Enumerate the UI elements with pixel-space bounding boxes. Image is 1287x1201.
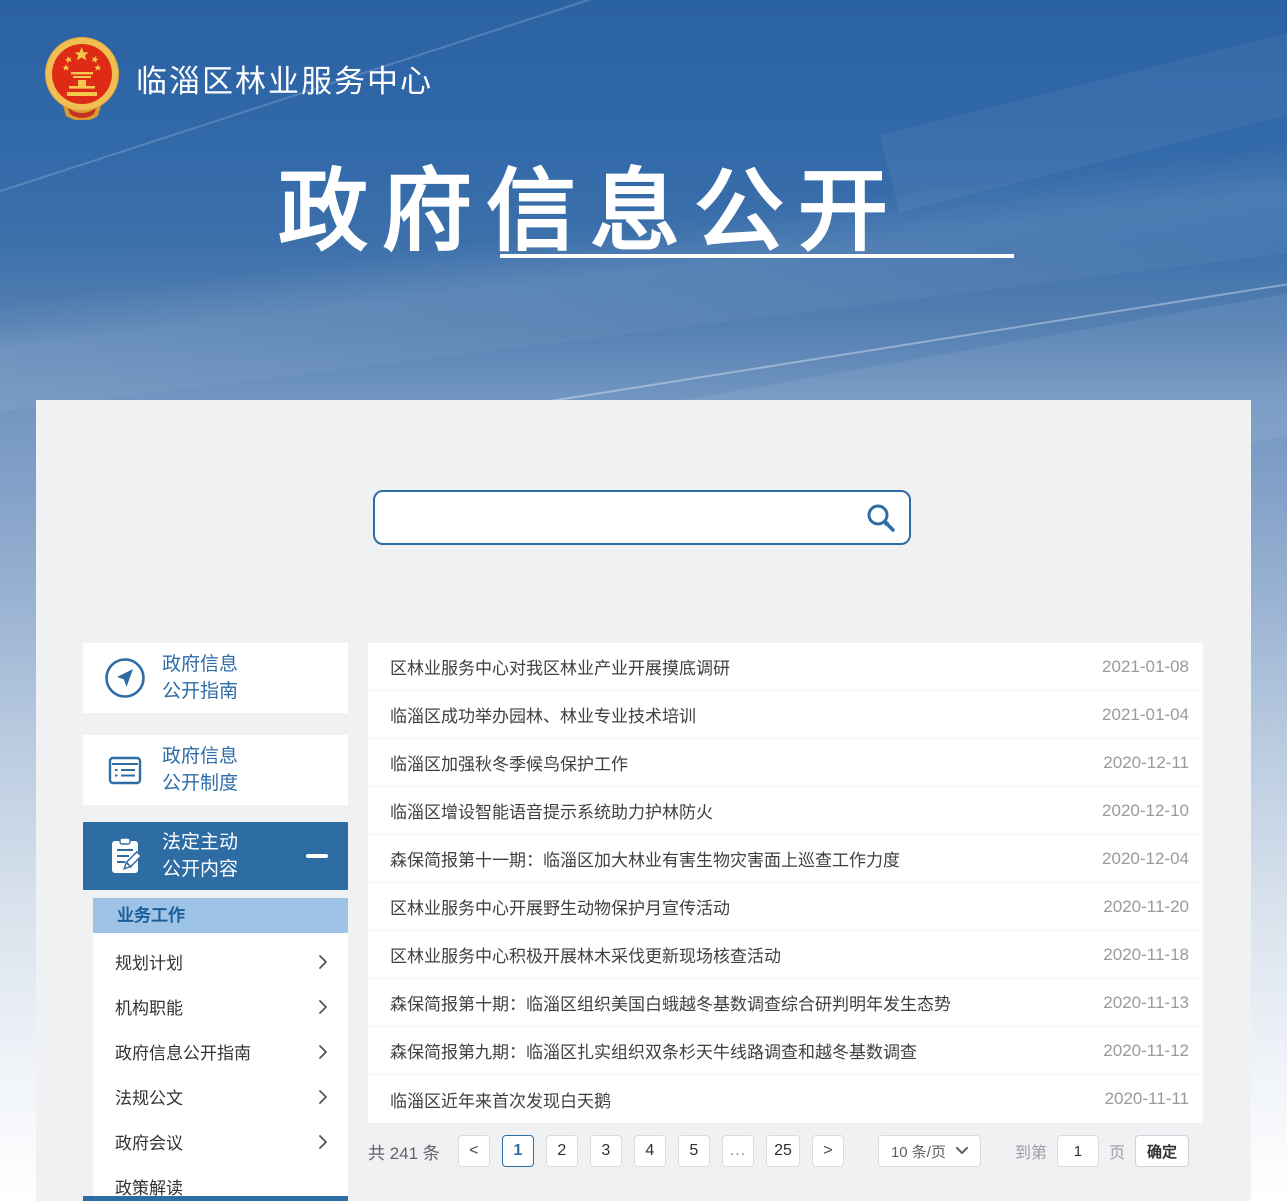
next-page-button[interactable]: > xyxy=(812,1135,844,1167)
search-input[interactable] xyxy=(375,492,865,543)
clipboard-pencil-icon xyxy=(103,834,147,878)
goto-suffix-label: 页 xyxy=(1109,1139,1125,1163)
site-brand: 临淄区林业服务中心 xyxy=(42,36,433,120)
news-list: 区林业服务中心对我区林业产业开展摸底调研 2021-01-08 临淄区成功举办园林、… xyxy=(368,643,1203,1123)
sidebar-menu: 规划计划机构职能政府信息公开指南法规公文政府会议政策解读 xyxy=(93,933,348,1201)
national-emblem-logo xyxy=(42,36,122,120)
sidebar-menu-item[interactable]: 机构职能 xyxy=(93,984,348,1029)
sidebar-menu-item[interactable]: 政府会议 xyxy=(93,1119,348,1164)
search-icon[interactable] xyxy=(865,502,897,534)
goto-prefix-label: 到第 xyxy=(1015,1139,1047,1163)
news-title[interactable]: 临淄区加强秋冬季候鸟保护工作 xyxy=(390,750,628,775)
news-row[interactable]: 森保简报第十期：临淄区组织美国白蛾越冬基数调查综合研判明年发生态势 2020-11… xyxy=(368,979,1203,1027)
news-date: 2020-12-04 xyxy=(1102,849,1189,869)
page-size-select[interactable]: 10 条/页 xyxy=(878,1135,981,1167)
news-title[interactable]: 森保简报第十期：临淄区组织美国白蛾越冬基数调查综合研判明年发生态势 xyxy=(390,990,951,1015)
news-date: 2020-11-13 xyxy=(1103,993,1189,1013)
menu-item-label: 机构职能 xyxy=(115,994,183,1019)
collapse-minus-icon[interactable] xyxy=(306,854,328,858)
menu-item-label: 规划计划 xyxy=(115,949,183,974)
news-title[interactable]: 区林业服务中心积极开展林木采伐更新现场核查活动 xyxy=(390,942,781,967)
document-icon xyxy=(103,748,147,792)
goto-page-group: 到第 页 确定 xyxy=(1015,1135,1189,1167)
news-title[interactable]: 森保简报第九期：临淄区扎实组织双条杉天牛线路调查和越冬基数调查 xyxy=(390,1038,917,1063)
news-date: 2020-11-12 xyxy=(1103,1041,1189,1061)
search-bar xyxy=(373,490,911,545)
news-row[interactable]: 临淄区成功举办园林、林业专业技术培训 2021-01-04 xyxy=(368,691,1203,739)
news-date: 2020-11-20 xyxy=(1103,897,1189,917)
news-row[interactable]: 区林业服务中心对我区林业产业开展摸底调研 2021-01-08 xyxy=(368,643,1203,691)
news-date: 2020-12-10 xyxy=(1102,801,1189,821)
page-number-button[interactable]: 4 xyxy=(634,1135,666,1167)
news-title[interactable]: 临淄区近年来首次发现白天鹅 xyxy=(390,1087,611,1112)
page-number-button[interactable]: 3 xyxy=(590,1135,622,1167)
site-name: 临淄区林业服务中心 xyxy=(136,56,433,101)
header-decoration xyxy=(880,0,1287,212)
sidebar-menu-item[interactable]: 规划计划 xyxy=(93,939,348,984)
sidebar-item-statutory-disclosure[interactable]: 法定主动 公开内容 xyxy=(83,822,348,890)
news-date: 2020-12-11 xyxy=(1103,753,1189,773)
page-title: 政府信息公开 xyxy=(278,138,902,268)
sidebar-item-label: 政府信息 xyxy=(162,651,238,678)
news-date: 2020-11-11 xyxy=(1105,1089,1189,1109)
chevron-right-icon xyxy=(318,1089,328,1105)
sidebar: 政府信息 公开指南 政府信息 公开制度 xyxy=(83,643,348,1201)
menu-item-label: 政府会议 xyxy=(115,1129,183,1154)
page-number-button[interactable]: 5 xyxy=(678,1135,710,1167)
news-row[interactable]: 区林业服务中心积极开展林木采伐更新现场核查活动 2020-11-18 xyxy=(368,931,1203,979)
news-title[interactable]: 区林业服务中心对我区林业产业开展摸底调研 xyxy=(390,654,730,679)
prev-page-button[interactable]: < xyxy=(458,1135,490,1167)
news-date: 2021-01-08 xyxy=(1102,657,1189,677)
news-row[interactable]: 临淄区近年来首次发现白天鹅 2020-11-11 xyxy=(368,1075,1203,1123)
page-number-button[interactable]: 2 xyxy=(546,1135,578,1167)
sidebar-item-disclosure-guide[interactable]: 政府信息 公开指南 xyxy=(83,643,348,713)
sidebar-item-disclosure-rules[interactable]: 政府信息 公开制度 xyxy=(83,735,348,805)
news-row[interactable]: 临淄区加强秋冬季候鸟保护工作 2020-12-11 xyxy=(368,739,1203,787)
menu-item-label: 法规公文 xyxy=(115,1084,183,1109)
page-number-button[interactable]: 1 xyxy=(502,1135,534,1167)
news-row[interactable]: 森保简报第十一期：临淄区加大林业有害生物灾害面上巡查工作力度 2020-12-04 xyxy=(368,835,1203,883)
news-title[interactable]: 区林业服务中心开展野生动物保护月宣传活动 xyxy=(390,894,730,919)
news-row[interactable]: 临淄区增设智能语音提示系统助力护林防火 2020-12-10 xyxy=(368,787,1203,835)
menu-item-label: 政府信息公开指南 xyxy=(115,1039,251,1064)
sidebar-item-label: 公开内容 xyxy=(162,856,238,883)
news-date: 2021-01-04 xyxy=(1102,705,1189,725)
sidebar-item-label: 法定主动 xyxy=(162,829,238,856)
content-panel: 政府信息 公开指南 政府信息 公开制度 xyxy=(36,400,1251,1201)
news-row[interactable]: 森保简报第九期：临淄区扎实组织双条杉天牛线路调查和越冬基数调查 2020-11-1… xyxy=(368,1027,1203,1075)
title-underline xyxy=(500,254,1014,258)
sidebar-item-label: 公开指南 xyxy=(162,678,238,705)
news-row[interactable]: 区林业服务中心开展野生动物保护月宣传活动 2020-11-20 xyxy=(368,883,1203,931)
news-title[interactable]: 森保简报第十一期：临淄区加大林业有害生物灾害面上巡查工作力度 xyxy=(390,846,900,871)
page-size-value: 10 条/页 xyxy=(891,1141,946,1162)
chevron-right-icon xyxy=(318,1044,328,1060)
total-count: 共 241 条 xyxy=(368,1139,440,1164)
chevron-right-icon xyxy=(318,1134,328,1150)
next-section-card-edge xyxy=(83,1196,348,1201)
confirm-button[interactable]: 确定 xyxy=(1135,1135,1189,1167)
sidebar-menu-item[interactable]: 政府信息公开指南 xyxy=(93,1029,348,1074)
news-title[interactable]: 临淄区成功举办园林、林业专业技术培训 xyxy=(390,702,696,727)
chevron-down-icon xyxy=(956,1147,968,1155)
compass-icon xyxy=(103,656,147,700)
sidebar-item-business-work[interactable]: 业务工作 xyxy=(93,898,348,933)
header-decoration xyxy=(486,254,1287,412)
page: 临淄区林业服务中心 政府信息公开 政府信息 公开指南 xyxy=(0,0,1287,1201)
sidebar-item-label: 政府信息 xyxy=(162,743,238,770)
page-number-button[interactable]: 25 xyxy=(766,1135,800,1167)
page-ellipsis-button[interactable]: ... xyxy=(722,1135,754,1167)
sidebar-item-label: 公开制度 xyxy=(162,770,238,797)
news-date: 2020-11-18 xyxy=(1103,945,1189,965)
page-buttons: <12345... 25 > xyxy=(458,1135,856,1167)
pagination: 共 241 条 <12345... 25 > 10 条/页 到第 页 确定 xyxy=(368,1135,1189,1167)
news-title[interactable]: 临淄区增设智能语音提示系统助力护林防火 xyxy=(390,798,713,823)
chevron-right-icon xyxy=(318,954,328,970)
goto-page-input[interactable] xyxy=(1057,1135,1099,1167)
chevron-right-icon xyxy=(318,999,328,1015)
sidebar-menu-item[interactable]: 法规公文 xyxy=(93,1074,348,1119)
